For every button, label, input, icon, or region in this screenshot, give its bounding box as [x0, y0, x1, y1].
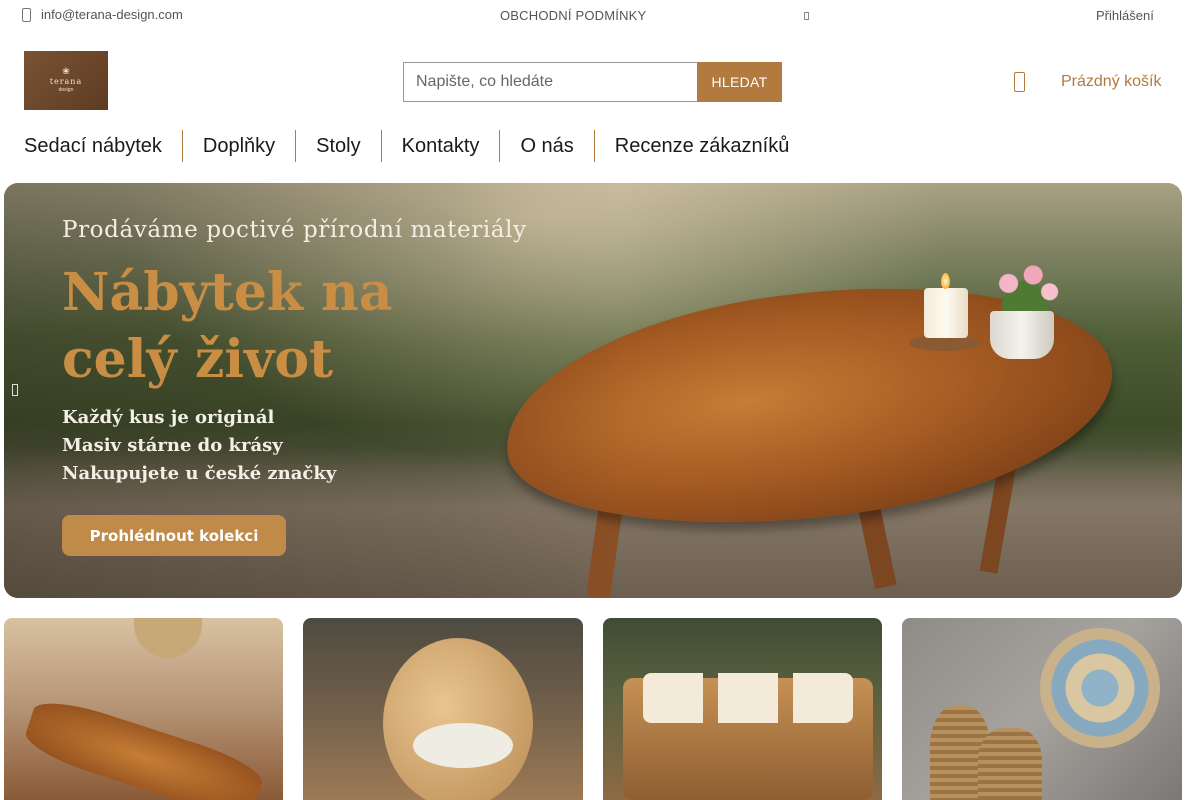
facebook-icon[interactable]	[804, 12, 809, 20]
candle-flame	[941, 273, 950, 289]
cart-label: Prázdný košík	[1061, 73, 1162, 90]
site-logo[interactable]: ❀ terana design	[24, 51, 108, 110]
top-bar: info@terana-design.com OBCHODNÍ PODMÍNKY…	[0, 0, 1200, 32]
dining-table-image	[20, 692, 268, 800]
hero-bullet: Nakupujete u české značky	[62, 463, 337, 484]
hero-headline-line1: Nábytek na	[62, 262, 393, 323]
decorative-plate-image	[1040, 628, 1160, 748]
terms-link[interactable]: OBCHODNÍ PODMÍNKY	[500, 8, 646, 23]
login-link[interactable]: Přihlášení	[1096, 8, 1154, 23]
hero-cta-button[interactable]: Prohlédnout kolekci	[62, 515, 286, 556]
search-form: HLEDAT	[403, 62, 782, 102]
rattan-chair-image	[383, 638, 533, 800]
lamp-image	[134, 618, 202, 658]
hero-bullets: Každý kus je originál Masiv stárne do kr…	[62, 404, 336, 488]
nav-item-sedaci-nabytek[interactable]: Sedací nábytek	[24, 130, 182, 162]
flowers-image	[984, 261, 1066, 317]
nav-item-o-nas[interactable]: O nás	[499, 130, 593, 162]
sofa-cushions-image	[643, 673, 853, 723]
logo-mark-icon: ❀	[62, 67, 70, 77]
woven-vase-image	[978, 728, 1042, 800]
email-text: info@terana-design.com	[41, 7, 183, 22]
search-button[interactable]: HLEDAT	[697, 62, 782, 102]
nav-item-doplnky[interactable]: Doplňky	[181, 130, 295, 162]
search-input[interactable]	[403, 62, 697, 102]
logo-name: terana	[49, 77, 83, 86]
category-tile-seating[interactable]	[603, 618, 882, 800]
email-link[interactable]: info@terana-design.com	[22, 7, 183, 22]
hero-bullet: Každý kus je originál	[62, 407, 275, 428]
hero-headline-line2: celý život	[62, 329, 334, 390]
candle-image	[924, 288, 968, 338]
chair-cushion-image	[413, 723, 513, 768]
main-nav: Sedací nábytek Doplňky Stoly Kontakty O …	[24, 130, 809, 162]
hero-banner[interactable]: Prodáváme poctivé přírodní materiály Náb…	[4, 183, 1182, 598]
nav-item-stoly[interactable]: Stoly	[295, 130, 380, 162]
flower-pot-image	[990, 311, 1054, 359]
nav-item-recenze[interactable]: Recenze zákazníků	[593, 130, 810, 162]
category-tile-chair[interactable]	[303, 618, 583, 800]
category-tile-accessories[interactable]	[902, 618, 1182, 800]
category-tile-tables[interactable]	[4, 618, 283, 800]
slider-prev-icon[interactable]	[12, 384, 18, 396]
phone-icon	[22, 7, 31, 22]
cart-icon	[1014, 72, 1025, 92]
category-tiles	[4, 618, 1182, 800]
logo-sub: design	[58, 87, 74, 93]
hero-headline: Nábytek na celý život	[62, 259, 482, 393]
nav-item-kontakty[interactable]: Kontakty	[380, 130, 500, 162]
hero-kicker: Prodáváme poctivé přírodní materiály	[62, 217, 527, 243]
hero-bullet: Masiv stárne do krásy	[62, 435, 283, 456]
cart-link[interactable]: Prázdný košík	[1014, 72, 1161, 92]
